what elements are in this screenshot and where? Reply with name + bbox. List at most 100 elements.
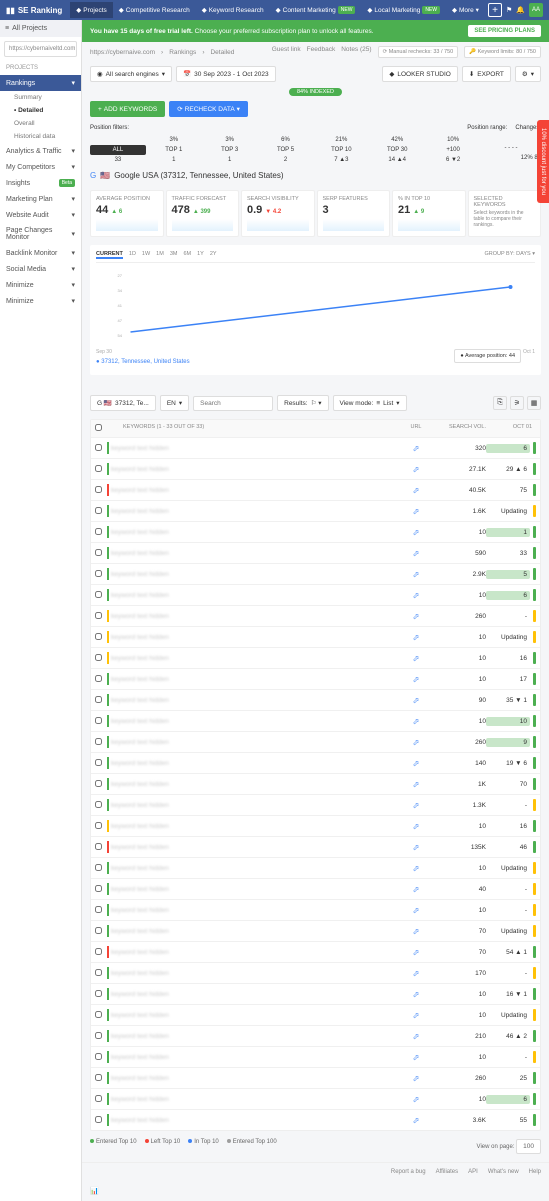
link-icon[interactable]: ⬀ bbox=[396, 843, 436, 852]
link-icon[interactable]: ⬀ bbox=[396, 465, 436, 474]
table-row[interactable]: keyword text hidden⬀1.6KUpdating bbox=[91, 500, 540, 521]
link-icon[interactable]: ⬀ bbox=[396, 948, 436, 957]
chart-tab[interactable]: 1M bbox=[156, 251, 164, 259]
table-row[interactable]: keyword text hidden⬀1.3K- bbox=[91, 794, 540, 815]
chart-tab[interactable]: 1D bbox=[129, 251, 136, 259]
row-checkbox[interactable] bbox=[95, 612, 102, 619]
table-row[interactable]: keyword text hidden⬀106 bbox=[91, 584, 540, 605]
view-mode-select[interactable]: View mode: ≡ List ▾ bbox=[333, 395, 407, 411]
sidebar-sub-historical-data[interactable]: Historical data bbox=[0, 130, 81, 143]
row-checkbox[interactable] bbox=[95, 1074, 102, 1081]
link-icon[interactable]: ⬀ bbox=[396, 1053, 436, 1062]
table-row[interactable]: keyword text hidden⬀10Updating bbox=[91, 1004, 540, 1025]
link-icon[interactable]: ⬀ bbox=[396, 570, 436, 579]
link-icon[interactable]: ⬀ bbox=[396, 1011, 436, 1020]
columns-icon[interactable]: ▦ bbox=[527, 396, 541, 410]
table-row[interactable]: keyword text hidden⬀10- bbox=[91, 1046, 540, 1067]
row-checkbox[interactable] bbox=[95, 1095, 102, 1102]
row-checkbox[interactable] bbox=[95, 759, 102, 766]
row-checkbox[interactable] bbox=[95, 717, 102, 724]
chart-tab[interactable]: 6M bbox=[183, 251, 191, 259]
link-icon[interactable]: ⬀ bbox=[396, 528, 436, 537]
settings-button[interactable]: ⚙ ▾ bbox=[515, 66, 541, 82]
topnav-competitive-research[interactable]: ◆ Competitive Research bbox=[113, 2, 196, 18]
copy-icon[interactable]: ⎘ bbox=[493, 396, 507, 410]
link-icon[interactable]: ⬀ bbox=[396, 885, 436, 894]
table-row[interactable]: keyword text hidden⬀1016 bbox=[91, 815, 540, 836]
row-checkbox[interactable] bbox=[95, 927, 102, 934]
table-row[interactable]: keyword text hidden⬀1016 ▼ 1 bbox=[91, 983, 540, 1004]
topnav-projects[interactable]: ◆ Projects bbox=[70, 2, 112, 18]
table-row[interactable]: keyword text hidden⬀106 bbox=[91, 1088, 540, 1109]
metric-card[interactable]: SEARCH VISIBILITY0.9 ▼ 4.2 bbox=[241, 190, 315, 237]
row-checkbox[interactable] bbox=[95, 969, 102, 976]
row-checkbox[interactable] bbox=[95, 906, 102, 913]
table-row[interactable]: keyword text hidden⬀101 bbox=[91, 521, 540, 542]
chart-tab[interactable]: 1W bbox=[142, 251, 150, 259]
topnav-more[interactable]: ◆ More ▾ bbox=[446, 2, 485, 18]
footer-link[interactable]: API bbox=[468, 1169, 478, 1175]
pos-col[interactable]: TOP 10 bbox=[313, 145, 369, 155]
table-row[interactable]: keyword text hidden⬀135K46 bbox=[91, 836, 540, 857]
pricing-button[interactable]: SEE PRICING PLANS bbox=[468, 25, 541, 37]
sidebar-item-social-media[interactable]: Social Media▾ bbox=[0, 261, 81, 277]
link-icon[interactable]: ⬀ bbox=[396, 696, 436, 705]
link-icon[interactable]: ⬀ bbox=[396, 801, 436, 810]
metric-card[interactable]: SERP FEATURES3 bbox=[317, 190, 391, 237]
table-row[interactable]: keyword text hidden⬀260- bbox=[91, 605, 540, 626]
export-button[interactable]: ⬇ EXPORT bbox=[462, 66, 511, 82]
row-checkbox[interactable] bbox=[95, 1032, 102, 1039]
table-row[interactable]: keyword text hidden⬀170- bbox=[91, 962, 540, 983]
sidebar-item-backlink-monitor[interactable]: Backlink Monitor▾ bbox=[0, 245, 81, 261]
looker-button[interactable]: ◆ LOOKER STUDIO bbox=[382, 66, 457, 82]
row-checkbox[interactable] bbox=[95, 738, 102, 745]
search-input[interactable] bbox=[193, 396, 273, 411]
pos-col[interactable]: TOP 3 bbox=[202, 145, 258, 155]
link-icon[interactable]: ⬀ bbox=[396, 1074, 436, 1083]
table-row[interactable]: keyword text hidden⬀40.5K75 bbox=[91, 479, 540, 500]
footer-link[interactable]: Help bbox=[529, 1169, 541, 1175]
link-icon[interactable]: ⬀ bbox=[396, 486, 436, 495]
sidebar-item-insights[interactable]: InsightsBeta bbox=[0, 175, 81, 191]
row-checkbox[interactable] bbox=[95, 990, 102, 997]
sidebar-item-marketing-plan[interactable]: Marketing Plan▾ bbox=[0, 191, 81, 207]
feedback-link[interactable]: Feedback bbox=[307, 46, 336, 58]
row-checkbox[interactable] bbox=[95, 570, 102, 577]
row-checkbox[interactable] bbox=[95, 528, 102, 535]
link-icon[interactable]: ⬀ bbox=[396, 1116, 436, 1125]
notes-link[interactable]: Notes (25) bbox=[341, 46, 371, 58]
sidebar-item-website-audit[interactable]: Website Audit▾ bbox=[0, 207, 81, 223]
row-checkbox[interactable] bbox=[95, 549, 102, 556]
topnav-content-marketing[interactable]: ◆ Content Marketing NEW bbox=[270, 2, 362, 18]
avatar[interactable]: AA bbox=[529, 3, 543, 17]
link-icon[interactable]: ⬀ bbox=[396, 927, 436, 936]
row-checkbox[interactable] bbox=[95, 948, 102, 955]
row-checkbox[interactable] bbox=[95, 486, 102, 493]
row-checkbox[interactable] bbox=[95, 591, 102, 598]
pos-col[interactable]: TOP 30 bbox=[369, 145, 425, 155]
sidebar-item-analytics-&-traffic[interactable]: Analytics & Traffic▾ bbox=[0, 143, 81, 159]
link-icon[interactable]: ⬀ bbox=[396, 675, 436, 684]
metric-card[interactable]: % IN TOP 1021 ▲ 9 bbox=[392, 190, 466, 237]
group-by-select[interactable]: GROUP BY: DAYS ▾ bbox=[484, 251, 535, 259]
breadcrumb[interactable]: https://cybernaive.com bbox=[90, 49, 155, 56]
flag-icon[interactable]: ⚑ bbox=[506, 6, 512, 14]
metric-card[interactable]: AVERAGE POSITION44 ▲ 6 bbox=[90, 190, 164, 237]
link-icon[interactable]: ⬀ bbox=[396, 780, 436, 789]
search-engine-select[interactable]: ◉ All search engines ▾ bbox=[90, 66, 172, 82]
row-checkbox[interactable] bbox=[95, 444, 102, 451]
row-checkbox[interactable] bbox=[95, 864, 102, 871]
row-checkbox[interactable] bbox=[95, 1011, 102, 1018]
th-searchvol[interactable]: SEARCH VOL. bbox=[436, 424, 486, 433]
link-icon[interactable]: ⬀ bbox=[396, 990, 436, 999]
row-checkbox[interactable] bbox=[95, 822, 102, 829]
project-url-select[interactable]: https://cybernaiveltd.com bbox=[4, 41, 77, 57]
pos-col[interactable]: TOP 5 bbox=[258, 145, 314, 155]
table-row[interactable]: keyword text hidden⬀59033 bbox=[91, 542, 540, 563]
pos-col[interactable]: TOP 1 bbox=[146, 145, 202, 155]
table-row[interactable]: keyword text hidden⬀9035 ▼ 1 bbox=[91, 689, 540, 710]
footer-link[interactable]: What's new bbox=[488, 1169, 519, 1175]
location-select[interactable]: G 🇺🇸 37312, Te... bbox=[90, 395, 156, 411]
th-url[interactable]: URL bbox=[396, 424, 436, 433]
results-filter[interactable]: Results: ⚐ ▾ bbox=[277, 395, 328, 411]
